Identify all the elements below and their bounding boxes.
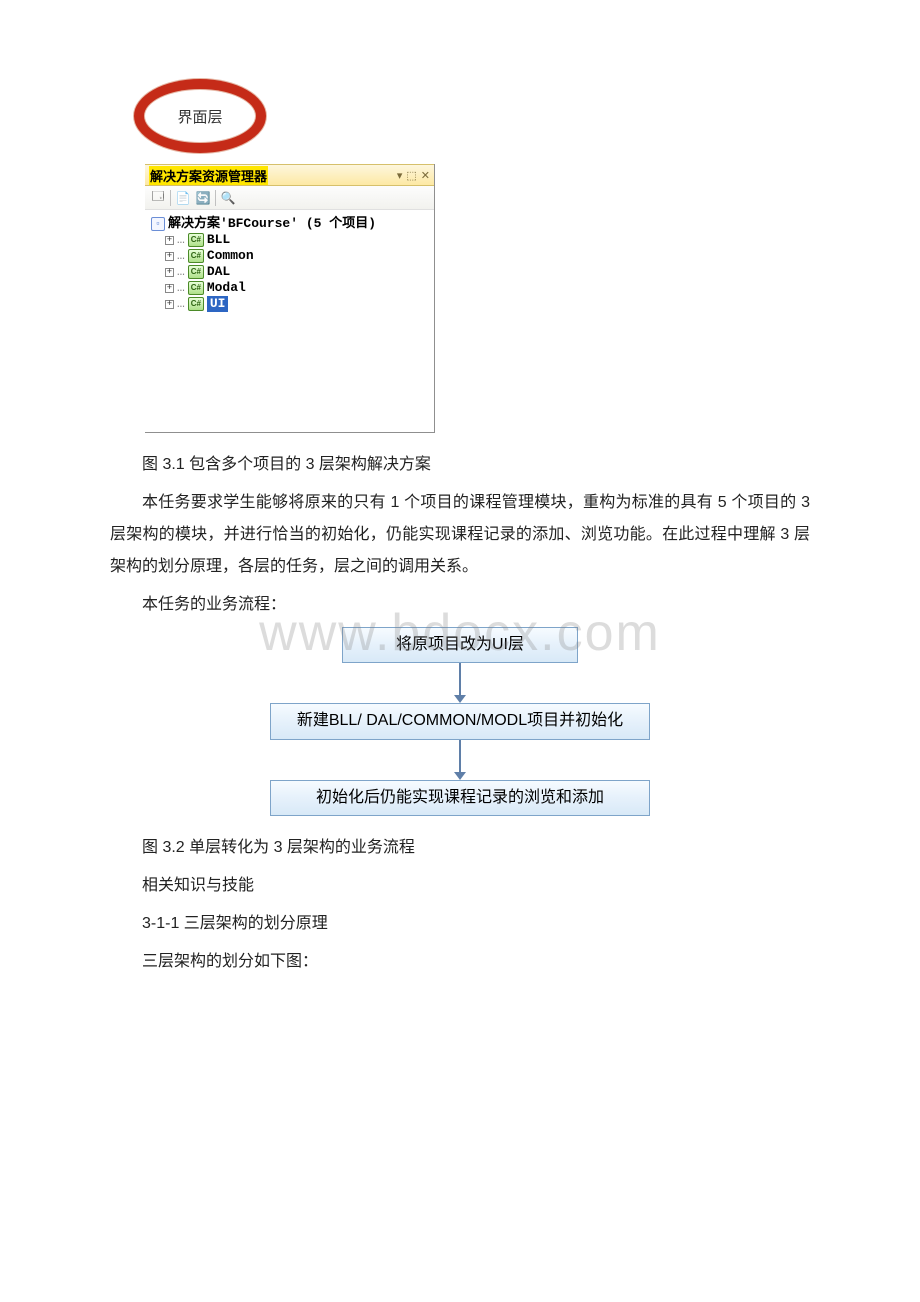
- expand-icon[interactable]: +: [165, 236, 174, 245]
- panel-toolbar: 🗔 📄 🔄 🔍: [145, 186, 434, 210]
- expand-icon[interactable]: +: [165, 268, 174, 277]
- flow-step-1: 将原项目改为UI层: [342, 627, 578, 663]
- figure-caption-3-2: 图 3.2 单层转化为 3 层架构的业务流程: [110, 832, 810, 864]
- expand-icon[interactable]: +: [165, 284, 174, 293]
- flow-arrow: [270, 663, 650, 703]
- tree-item-label: Modal: [207, 280, 246, 296]
- tree-item-common[interactable]: +… C# Common: [151, 248, 428, 264]
- panel-title-bar: 解决方案资源管理器 ▾ ⬚ ✕: [145, 164, 434, 186]
- figure-caption-3-1: 图 3.1 包含多个项目的 3 层架构解决方案: [110, 449, 810, 481]
- tree-item-label: Common: [207, 248, 254, 264]
- tree-item-dal[interactable]: +… C# DAL: [151, 264, 428, 280]
- csproj-icon: C#: [188, 249, 204, 263]
- toolbar-btn-refresh[interactable]: 🔄: [194, 189, 212, 207]
- expand-icon[interactable]: +: [165, 300, 174, 309]
- panel-title: 解决方案资源管理器: [149, 166, 268, 185]
- dropdown-icon[interactable]: ▾: [397, 169, 403, 182]
- tree-root-suffix: (5 个项目): [306, 216, 376, 231]
- flowchart: 将原项目改为UI层 新建BLL/ DAL/COMMON/MODL项目并初始化 初…: [270, 627, 650, 816]
- toolbar-separator: [170, 190, 171, 206]
- tree-item-label: BLL: [207, 232, 230, 248]
- tree-root-name: 'BFCourse': [220, 216, 298, 231]
- tree-item-modal[interactable]: +… C# Modal: [151, 280, 428, 296]
- flow-arrow: [270, 740, 650, 780]
- toolbar-btn-search[interactable]: 🔍: [219, 189, 237, 207]
- tree-item-ui[interactable]: +… C# UI: [151, 296, 428, 312]
- toolbar-btn-show-all[interactable]: 📄: [174, 189, 192, 207]
- csproj-icon: C#: [188, 265, 204, 279]
- flow-step-2: 新建BLL/ DAL/COMMON/MODL项目并初始化: [270, 703, 650, 739]
- csproj-icon: C#: [188, 281, 204, 295]
- tree-item-label: UI: [207, 296, 229, 312]
- tree-item-label: DAL: [207, 264, 230, 280]
- csproj-icon: C#: [188, 297, 204, 311]
- solution-explorer-panel: 解决方案资源管理器 ▾ ⬚ ✕ 🗔 📄 🔄 🔍 ▫ 解决方案'BFCourse'…: [145, 164, 435, 433]
- section-related-knowledge: 相关知识与技能: [110, 870, 810, 902]
- solution-tree: ▫ 解决方案'BFCourse' (5 个项目) +… C# BLL +… C#…: [145, 210, 434, 432]
- tree-root[interactable]: ▫ 解决方案'BFCourse' (5 个项目): [151, 216, 428, 232]
- solution-icon: ▫: [151, 217, 165, 231]
- flow-step-3: 初始化后仍能实现课程记录的浏览和添加: [270, 780, 650, 816]
- oval-label: 界面层: [145, 90, 255, 142]
- expand-icon[interactable]: +: [165, 252, 174, 261]
- close-icon[interactable]: ✕: [421, 169, 430, 182]
- section-3-1-1: 3-1-1 三层架构的划分原理: [110, 908, 810, 940]
- csproj-icon: C#: [188, 233, 204, 247]
- tree-root-prefix: 解决方案: [168, 216, 220, 231]
- section-figure-intro: 三层架构的划分如下图：: [110, 946, 810, 978]
- pin-icon[interactable]: ⬚: [406, 169, 416, 182]
- tree-item-bll[interactable]: +… C# BLL: [151, 232, 428, 248]
- toolbar-btn-properties[interactable]: 🗔: [149, 189, 167, 207]
- toolbar-separator: [215, 190, 216, 206]
- task-description: 本任务要求学生能够将原来的只有 1 个项目的课程管理模块，重构为标准的具有 5 …: [110, 487, 810, 583]
- flow-intro: 本任务的业务流程：: [110, 589, 810, 621]
